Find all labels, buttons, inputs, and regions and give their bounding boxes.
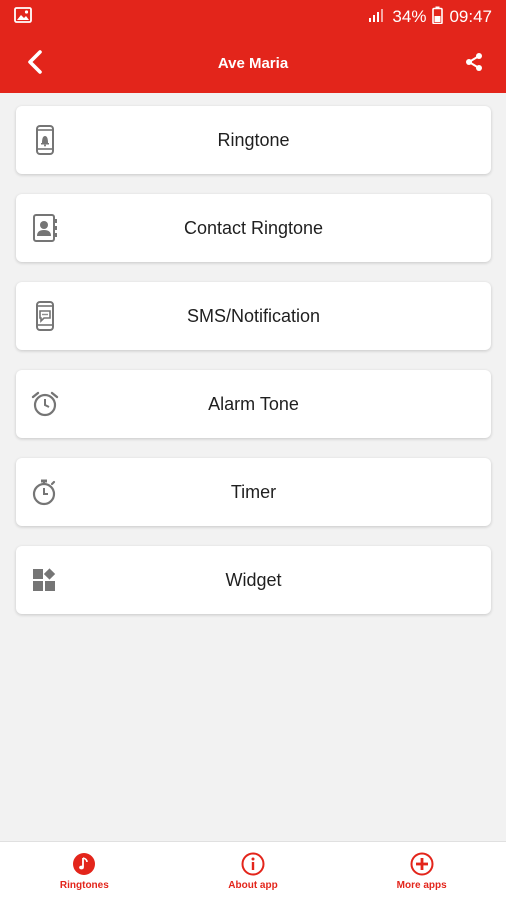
alarm-tone-card[interactable]: Alarm Tone: [16, 370, 491, 438]
nav-about-app[interactable]: About app: [169, 842, 338, 900]
timer-card[interactable]: Timer: [16, 458, 491, 526]
page-title: Ave Maria: [217, 55, 289, 72]
clock-time: 09:47: [449, 7, 492, 26]
sms-notification-label: SMS/Notification: [186, 305, 321, 326]
phone-message-icon: [31, 301, 59, 331]
ringtone-card[interactable]: Ringtone: [16, 106, 491, 174]
contact-book-icon: [31, 214, 59, 242]
image-notification-icon: [14, 6, 32, 28]
alarm-clock-icon: [31, 390, 59, 418]
chevron-left-icon: [26, 49, 44, 80]
status-bar: 34% 09:47: [0, 0, 506, 34]
battery-percent: 34%: [392, 7, 427, 26]
stopwatch-icon: [31, 478, 59, 506]
info-icon: [241, 852, 265, 876]
contact-ringtone-card[interactable]: Contact Ringtone: [16, 194, 491, 262]
widget-label: Widget: [225, 569, 282, 590]
battery-icon: [432, 6, 444, 29]
signal-icon: [368, 7, 386, 28]
share-icon: [464, 52, 484, 77]
phone-bell-icon: [31, 125, 59, 155]
timer-label: Timer: [230, 481, 277, 502]
sms-notification-card[interactable]: SMS/Notification: [16, 282, 491, 350]
status-left: [14, 6, 32, 28]
music-note-icon: [72, 852, 96, 876]
share-button[interactable]: [462, 52, 486, 76]
back-button[interactable]: [22, 49, 48, 80]
widget-card[interactable]: Widget: [16, 546, 491, 614]
bottom-navigation: Ringtones About app More apps: [0, 841, 506, 900]
alarm-tone-label: Alarm Tone: [208, 393, 299, 414]
app-bar: Ave Maria: [0, 34, 506, 93]
status-right: 34% 09:47: [368, 6, 492, 29]
nav-more-apps[interactable]: More apps: [337, 842, 506, 900]
nav-ringtones[interactable]: Ringtones: [0, 842, 169, 900]
widget-icon: [31, 566, 59, 594]
plus-circle-icon: [410, 852, 434, 876]
ringtone-label: Ringtone: [217, 129, 290, 150]
nav-about-app-label: About app: [228, 879, 278, 891]
contact-ringtone-label: Contact Ringtone: [183, 217, 324, 238]
nav-ringtones-label: Ringtones: [59, 879, 109, 891]
nav-more-apps-label: More apps: [396, 879, 447, 891]
